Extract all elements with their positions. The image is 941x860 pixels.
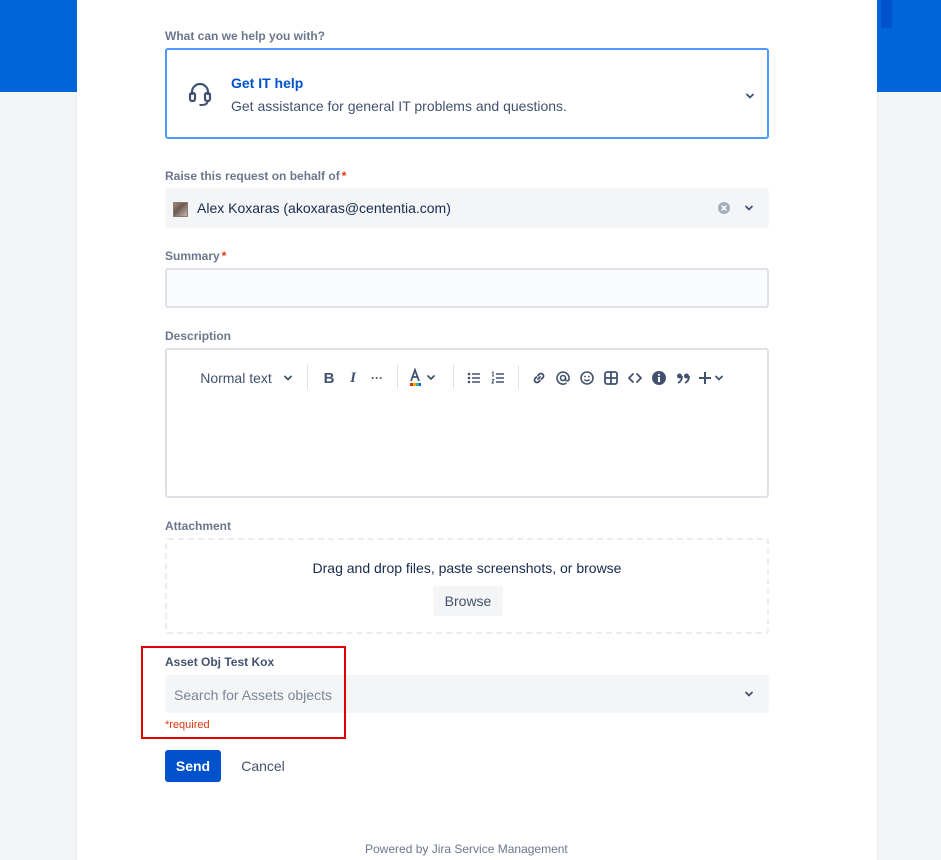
dropzone-text: Drag and drop files, paste screenshots, … [312, 560, 622, 576]
attachment-label: Attachment [165, 519, 232, 533]
toolbar-divider [518, 365, 519, 389]
description-label: Description [165, 329, 232, 343]
text-color-icon [410, 368, 435, 386]
description-editor[interactable]: Normal text B I ··· [165, 348, 769, 498]
emoji-icon [580, 371, 594, 385]
request-type-description: Get assistance for general IT problems a… [231, 98, 567, 114]
numbered-list-icon [491, 371, 504, 384]
code-button[interactable] [625, 368, 645, 388]
info-panel-button[interactable] [649, 368, 669, 388]
italic-button[interactable]: I [343, 368, 363, 388]
request-type-title: Get IT help [231, 75, 304, 91]
on-behalf-select[interactable]: Alex Koxaras (akoxaras@cententia.com) [165, 188, 769, 228]
link-icon [533, 372, 545, 384]
toolbar-divider [397, 365, 398, 389]
cancel-button[interactable]: Cancel [231, 750, 295, 782]
headset-icon [188, 82, 212, 106]
avatar [173, 202, 188, 217]
table-button[interactable] [601, 368, 621, 388]
chevron-down-icon [283, 375, 292, 381]
quote-button[interactable] [673, 368, 693, 388]
summary-input[interactable] [165, 268, 769, 308]
chevron-down-icon[interactable] [743, 202, 755, 214]
summary-label-text: Summary [165, 249, 220, 263]
send-button[interactable]: Send [165, 750, 221, 782]
mention-icon [556, 371, 570, 385]
on-behalf-label-text: Raise this request on behalf of [165, 169, 340, 183]
chevron-down-icon [746, 93, 754, 99]
info-icon [652, 371, 666, 385]
toolbar-divider [453, 365, 454, 389]
header-band-accent [881, 0, 892, 28]
emoji-button[interactable] [577, 368, 597, 388]
numbered-list-button[interactable] [489, 368, 507, 388]
bold-button[interactable]: B [319, 368, 339, 388]
toolbar-divider [307, 365, 308, 389]
attachment-dropzone[interactable]: Drag and drop files, paste screenshots, … [165, 538, 769, 634]
on-behalf-label: Raise this request on behalf of * [165, 169, 346, 183]
required-asterisk: * [221, 249, 227, 263]
on-behalf-value: Alex Koxaras (akoxaras@cententia.com) [197, 200, 451, 216]
bullet-list-button[interactable] [465, 368, 483, 388]
code-icon [628, 373, 642, 383]
link-button[interactable] [529, 368, 549, 388]
browse-button[interactable]: Browse [433, 586, 503, 616]
highlight-box [141, 646, 346, 739]
more-formatting-button[interactable]: ··· [366, 368, 388, 388]
text-style-label: Normal text [200, 370, 272, 386]
chevron-down-icon [745, 691, 753, 697]
request-type-select[interactable]: Get IT help Get assistance for general I… [165, 48, 769, 139]
mention-button[interactable] [553, 368, 573, 388]
clear-icon[interactable] [718, 202, 730, 214]
quote-icon [677, 373, 690, 384]
insert-more-button[interactable] [697, 368, 729, 388]
text-color-button[interactable] [408, 368, 440, 388]
required-asterisk: * [341, 169, 347, 183]
summary-label: Summary * [165, 249, 226, 263]
request-type-label: What can we help you with? [165, 29, 326, 43]
table-icon [604, 371, 618, 385]
text-style-dropdown[interactable]: Normal text [197, 368, 297, 388]
footer-text: Powered by Jira Service Management [365, 842, 568, 856]
plus-icon [699, 372, 723, 384]
bullet-list-icon [467, 372, 480, 384]
